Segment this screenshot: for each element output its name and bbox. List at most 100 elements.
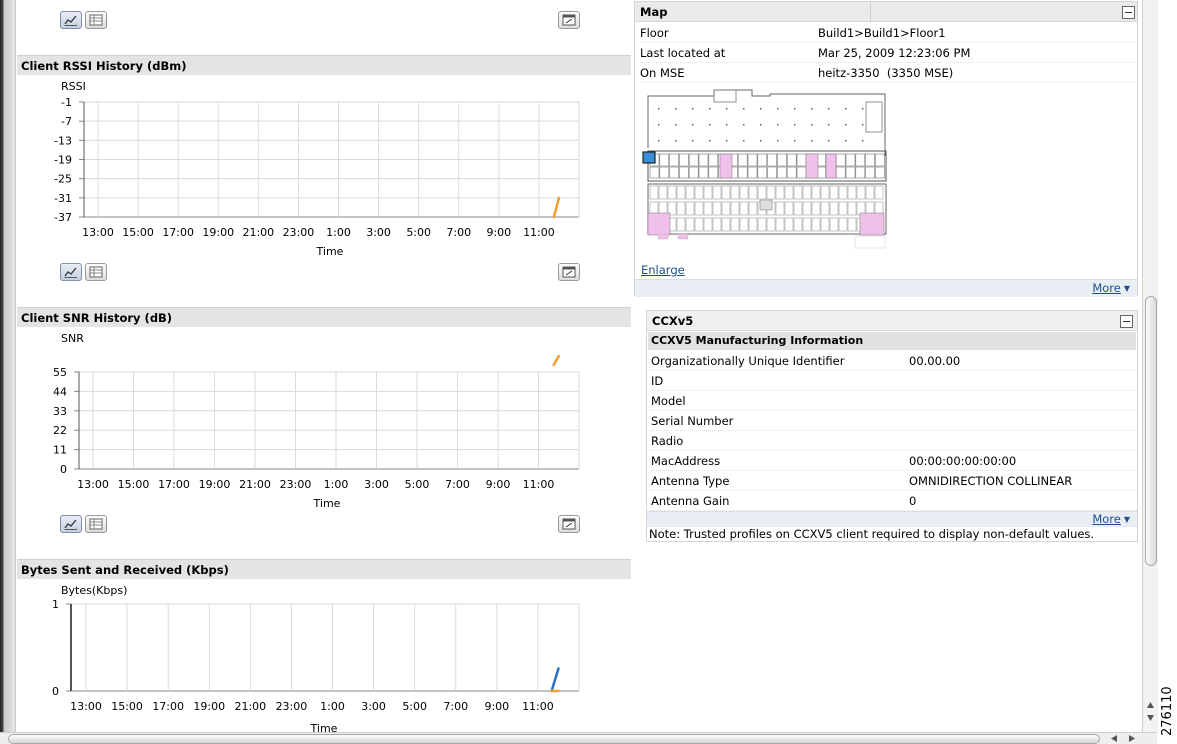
y-tick-label: -37: [54, 211, 72, 224]
rssi-x-axis-label: Time: [316, 245, 344, 258]
column-mark: [794, 140, 796, 142]
map-panel-title: Map: [635, 2, 1137, 22]
map-on-mse-label: On MSE: [640, 66, 685, 80]
column-mark: [862, 124, 864, 126]
ccx-row: Model: [651, 391, 1137, 411]
y-tick-label: -7: [61, 115, 72, 128]
snr-table-view-button[interactable]: [85, 515, 107, 533]
table-view-button[interactable]: [85, 11, 107, 29]
column-mark: [794, 124, 796, 126]
x-tick-label: 9:00: [486, 226, 511, 239]
expand-window-icon: [562, 14, 576, 26]
snr-x-axis-label: Time: [313, 497, 341, 510]
ccx-section-subtitle: CCXV5 Manufacturing Information: [648, 332, 1136, 350]
y-tick-label: 0: [52, 685, 59, 698]
x-tick-label: 19:00: [193, 700, 225, 713]
client-location-marker[interactable]: [642, 151, 656, 164]
column-mark: [760, 140, 762, 142]
map-enlarge-link[interactable]: Enlarge: [641, 263, 685, 277]
x-tick-label: 9:00: [486, 478, 511, 491]
x-tick-label: 11:00: [523, 478, 555, 491]
chevron-down-icon: ▼: [1123, 284, 1130, 293]
map-last-located-value: Mar 25, 2009 12:23:06 PM: [818, 46, 971, 60]
map-more-link[interactable]: More ▼: [1092, 281, 1130, 295]
snr-chart-view-button[interactable]: [60, 515, 82, 533]
expand-chart-button[interactable]: [558, 11, 580, 29]
vertical-scroll-thumb[interactable]: [1145, 296, 1157, 566]
x-tick-label: 19:00: [199, 478, 231, 491]
rssi-table-view-button[interactable]: [85, 263, 107, 281]
series-line: [552, 354, 561, 367]
column-mark: [726, 140, 728, 142]
x-tick-label: 21:00: [234, 700, 266, 713]
map-panel: Map Floor Build1>Build1>Floor1 Last loca…: [634, 1, 1138, 297]
x-tick-label: 3:00: [364, 478, 389, 491]
snr-chart: SNR 55 44 33 22 11 0 13:00 15:00 17:00 19:00 21:00…: [53, 332, 580, 510]
x-tick-label: 1:00: [324, 478, 349, 491]
x-tick-label: 19:00: [202, 226, 234, 239]
ccx-more-label: More: [1092, 512, 1121, 526]
column-mark: [777, 124, 779, 126]
map-collapse-icon[interactable]: [1122, 6, 1135, 19]
column-mark: [743, 124, 745, 126]
svg-text:276110: 276110: [1160, 686, 1174, 736]
x-tick-label: 7:00: [443, 700, 468, 713]
ccx-more-link[interactable]: More ▼: [1092, 512, 1130, 526]
ccx-row: Antenna Gain 0: [651, 491, 1137, 511]
rssi-expand-chart-button[interactable]: [558, 263, 580, 281]
column-mark: [692, 124, 694, 126]
ccx-row: Antenna Type OMNIDIRECTION COLLINEAR: [651, 471, 1137, 491]
column-mark: [743, 108, 745, 110]
ccx-row-value: 0: [909, 494, 917, 508]
bytes-chart-title: Bytes Sent and Received (Kbps): [17, 559, 631, 579]
x-tick-label: 23:00: [280, 478, 312, 491]
column-mark: [675, 140, 677, 142]
x-tick-label: 1:00: [326, 226, 351, 239]
x-tick-label: 9:00: [484, 700, 509, 713]
map-row-on-mse: On MSE heitz-3350 (3350 MSE): [640, 63, 1135, 83]
y-tick-label: -13: [54, 134, 72, 147]
x-tick-label: 5:00: [402, 700, 427, 713]
column-mark: [692, 140, 694, 142]
horizontal-scrollbar[interactable]: [0, 732, 1157, 744]
ccx-panel-title: CCXv5: [647, 311, 1137, 331]
snr-expand-chart-button[interactable]: [558, 515, 580, 533]
ccx-row-label: Model: [651, 394, 686, 408]
map-on-mse-value: heitz-3350 (3350 MSE): [818, 66, 954, 80]
x-tick-label: 15:00: [111, 700, 143, 713]
x-tick-label: 13:00: [82, 226, 114, 239]
series-line: [552, 196, 561, 219]
chart-view-button[interactable]: [60, 11, 82, 29]
scroll-left-right-icon[interactable]: [1108, 734, 1138, 743]
column-mark: [811, 140, 813, 142]
y-tick-label: 33: [53, 405, 67, 418]
column-mark: [658, 124, 660, 126]
column-mark: [811, 124, 813, 126]
x-tick-label: 13:00: [70, 700, 102, 713]
vertical-scrollbar[interactable]: [1142, 0, 1158, 732]
x-tick-label: 15:00: [118, 478, 150, 491]
floor-plan-thumbnail[interactable]: [640, 88, 890, 256]
map-floor-value: Build1>Build1>Floor1: [818, 26, 946, 40]
column-mark: [709, 108, 711, 110]
column-mark: [845, 140, 847, 142]
map-floor-label: Floor: [640, 26, 669, 40]
column-mark: [743, 140, 745, 142]
scroll-arrows-icon[interactable]: [1146, 700, 1155, 724]
table-icon: [89, 14, 103, 26]
y-tick-label: 11: [53, 444, 67, 457]
rssi-chart-view-button[interactable]: [60, 263, 82, 281]
ccx-row-label: Organizationally Unique Identifier: [651, 354, 845, 368]
column-mark: [862, 140, 864, 142]
window-left-edge: [0, 0, 15, 732]
y-tick-label: 55: [53, 366, 67, 379]
ccx-collapse-icon[interactable]: [1120, 315, 1133, 328]
y-tick-label: -25: [54, 173, 72, 186]
y-tick-label: 0: [60, 463, 67, 476]
column-mark: [845, 108, 847, 110]
ccx-panel: CCXv5 CCXV5 Manufacturing Information Or…: [646, 310, 1138, 542]
snr-chart-title: Client SNR History (dB): [17, 307, 631, 327]
x-tick-label: 5:00: [406, 226, 431, 239]
ccx-row: Organizationally Unique Identifier 00.00.…: [651, 351, 1137, 371]
ccx-row-value: OMNIDIRECTION COLLINEAR: [909, 474, 1073, 488]
